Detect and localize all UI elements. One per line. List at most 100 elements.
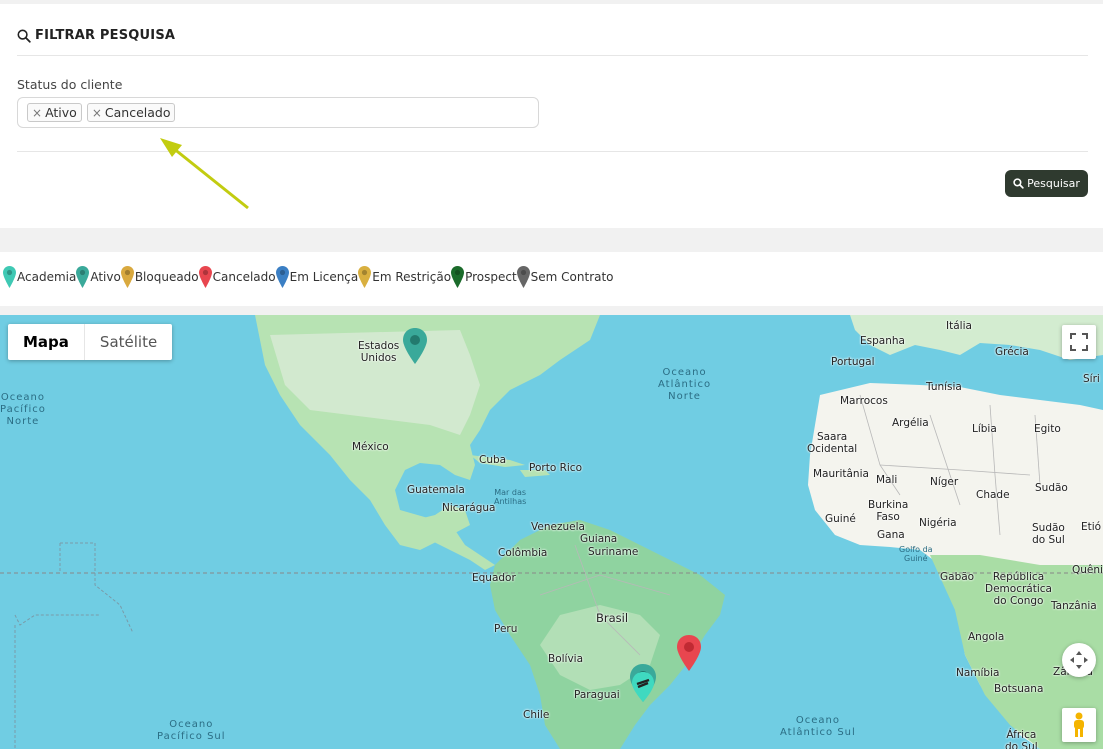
legend-item: Em Licença [275,266,359,288]
country-label: Bolívia [548,653,584,665]
filter-panel: FILTRAR PESQUISA Status do cliente × Ati… [0,4,1103,228]
ocean-label: Oceano Pacífico Sul [157,719,226,742]
ativo-pin-icon [76,266,90,288]
legend-item: Ativo [76,266,121,288]
country-label: República Democrática do Congo [985,571,1052,607]
country-label: Egito [1034,423,1061,435]
map-type-satellite-button[interactable]: Satélite [83,324,172,360]
country-label: Equador [472,572,516,584]
legend-label: Ativo [90,270,121,284]
prospect-pin-icon [451,266,465,288]
fullscreen-button[interactable] [1062,325,1096,359]
country-label: Botsuana [994,683,1044,695]
search-button-label: Pesquisar [1027,177,1080,190]
legend-item: Prospect [451,266,517,288]
country-label: Burkina Faso [868,499,909,523]
country-label: Argélia [892,417,929,429]
country-label: Guiné [825,513,856,525]
filter-title: FILTRAR PESQUISA [17,28,175,43]
country-label: Líbia [972,423,997,435]
country-label: Saara Ocidental [807,431,858,455]
remove-tag-icon[interactable]: × [92,106,102,120]
cancelado-marker-icon[interactable] [677,635,701,671]
em-restricao-pin-icon [358,266,372,288]
filter-title-text: FILTRAR PESQUISA [35,28,176,43]
ocean-label: Mar das Antilhas [494,488,527,506]
sem-contrato-pin-icon [516,266,530,288]
legend-item: Sem Contrato [516,266,614,288]
country-label: Marrocos [840,395,888,407]
country-label: Cuba [479,454,507,466]
country-label: Sudão [1035,482,1068,494]
country-label: Paraguai [574,689,620,701]
country-label: Guatemala [407,484,465,496]
country-label: Chade [976,489,1010,501]
country-label: Grécia [995,346,1029,358]
country-label: Portugal [831,356,875,368]
legend-label: Bloqueado [134,270,199,284]
country-label: Síri [1083,373,1100,385]
search-button[interactable]: Pesquisar [1005,170,1088,197]
legend-item: Em Restrição [358,266,451,288]
country-label: Colômbia [498,547,548,559]
legend-label: Sem Contrato [530,270,614,284]
pegman-icon [1074,712,1084,737]
country-label: Mauritânia [813,468,869,480]
country-label: Peru [494,623,518,635]
country-label: Porto Rico [529,462,582,474]
legend-label: Em Restrição [372,270,452,284]
ocean-label: Oceano Pacífico Norte [0,392,46,427]
ativo-marker-icon[interactable] [403,328,427,364]
country-label: Nigéria [919,517,957,529]
ocean-label: Oceano Atlântico Sul [780,715,856,738]
fullscreen-icon [1070,333,1088,351]
country-label: África do Sul [1005,729,1038,749]
country-label: Tanzânia [1051,600,1097,612]
country-label: Chile [523,709,550,721]
status-tag-cancelado: × Cancelado [86,103,176,122]
legend-label: Prospect [465,270,517,284]
legend-label: Academia [17,270,77,284]
camera-control-icon [1070,651,1088,669]
country-label: Guiana [580,533,618,545]
country-label: Angola [968,631,1005,643]
country-label: Venezuela [531,521,585,533]
academia-pin-icon [3,266,16,288]
divider [17,151,1088,152]
country-label: Mali [876,474,898,486]
country-label: Gabão [940,571,975,583]
ocean-label: Oceano Atlântico Norte [658,367,712,402]
academia-marker-icon[interactable] [632,672,654,702]
divider [17,55,1088,56]
legend-label: Em Licença [289,270,359,284]
legend-item: Bloqueado [120,266,199,288]
search-icon [17,28,31,43]
country-label: Itália [946,320,972,332]
tag-label: Ativo [45,105,77,120]
map-type-map-button[interactable]: Mapa [8,324,84,360]
map[interactable]: Estados Unidos México Cuba Porto Rico Gua… [0,315,1103,749]
country-label: Suriname [588,546,639,558]
ocean-label: Golfo da Guiné [899,545,933,563]
legend-item: Academia [3,266,76,288]
country-label: Espanha [860,335,905,347]
status-label: Status do cliente [17,77,123,92]
camera-control-button[interactable] [1062,643,1096,677]
map-type-control: Mapa Satélite [8,324,173,360]
cancelado-pin-icon [198,266,212,288]
legend-label: Cancelado [212,270,276,284]
bloqueado-pin-icon [120,266,134,288]
country-label: Gana [877,529,905,541]
country-label: Níger [930,476,959,488]
country-label: Namíbia [956,667,1000,679]
status-multiselect[interactable]: × Ativo × Cancelado [17,97,539,128]
country-label: Estados Unidos [358,340,400,364]
street-view-button[interactable] [1062,708,1096,742]
country-label: Etió [1081,521,1102,533]
country-label: Tunísia [926,381,962,393]
country-label: Brasil [596,611,629,625]
legend-item: Cancelado [198,266,276,288]
remove-tag-icon[interactable]: × [32,106,42,120]
legend-panel: Academia Ativo Bloqueado Cancelado Em Licenç… [0,252,1103,306]
country-label: Nicarágua [442,502,496,514]
